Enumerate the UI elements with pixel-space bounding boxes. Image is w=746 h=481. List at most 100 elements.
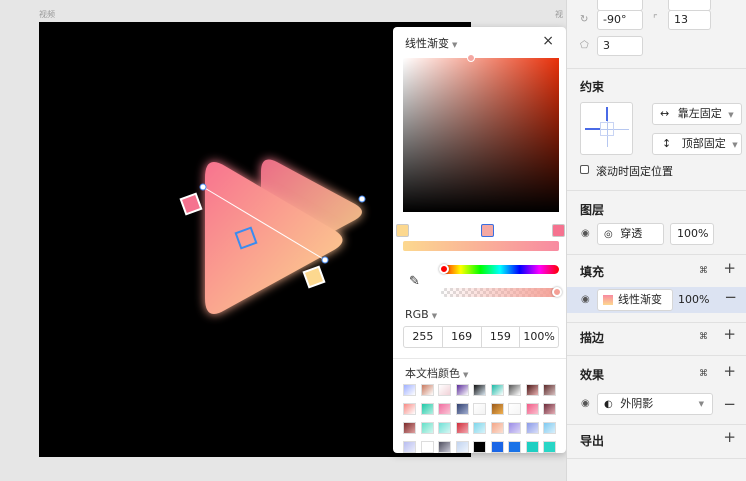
polygon-sides-input[interactable]: 3 <box>597 36 643 56</box>
color-mode-select[interactable]: RGB ▼ <box>405 308 437 321</box>
color-swatch[interactable] <box>525 403 539 415</box>
rotation-input[interactable]: -90° <box>597 10 643 30</box>
color-swatch[interactable] <box>403 422 416 434</box>
color-swatch[interactable] <box>420 403 434 415</box>
resize-handle[interactable] <box>358 195 366 203</box>
color-swatch[interactable] <box>525 441 539 453</box>
color-swatch[interactable] <box>455 441 469 453</box>
saturation-value-area[interactable] <box>403 54 559 212</box>
blue-input[interactable]: 159 <box>482 327 521 347</box>
fill-type-label: 线性渐变 <box>405 37 449 50</box>
document-colors-select[interactable]: 本文档颜色 ▼ <box>405 365 468 381</box>
chevron-down-icon: ▼ <box>452 41 458 49</box>
remove-effect-icon[interactable]: − <box>723 395 736 413</box>
fill-type-field[interactable]: 线性渐变 <box>597 289 673 311</box>
color-swatch[interactable] <box>508 384 521 396</box>
constraint-top-pin[interactable] <box>606 107 608 121</box>
color-swatch[interactable] <box>525 384 539 396</box>
color-swatch[interactable] <box>403 403 416 415</box>
corner-radius-input[interactable]: 13 <box>668 10 711 30</box>
gradient-stop-handle[interactable] <box>302 265 326 289</box>
gradient-stop-middle[interactable] <box>481 224 494 237</box>
color-swatch[interactable] <box>473 384 486 396</box>
fill-opacity-input[interactable]: 100% <box>678 293 709 306</box>
eye-icon[interactable]: ◉ <box>581 294 590 305</box>
eye-icon[interactable]: ◉ <box>581 398 590 409</box>
color-swatch[interactable] <box>525 422 539 434</box>
constraint-widget[interactable] <box>580 102 633 155</box>
color-swatch[interactable] <box>455 422 469 434</box>
color-swatch[interactable] <box>490 422 504 434</box>
fill-row-selected[interactable]: ◉ 线性渐变 100% − <box>567 287 746 313</box>
divider <box>567 68 746 69</box>
hue-slider[interactable] <box>439 264 559 274</box>
shadow-effect-icon: ◐ <box>604 399 613 410</box>
chevron-down-icon: ▼ <box>698 400 704 408</box>
color-swatch[interactable] <box>455 384 469 396</box>
eye-icon[interactable]: ◉ <box>581 228 590 239</box>
effect-type-select[interactable]: ◐ 外阴影 ▼ <box>597 393 713 415</box>
gradient-preview-bar[interactable] <box>403 241 559 251</box>
color-swatch[interactable] <box>490 384 504 396</box>
gradient-stop-handle[interactable] <box>179 192 203 216</box>
color-swatch[interactable] <box>438 384 451 396</box>
close-icon[interactable]: × <box>542 33 554 49</box>
style-grid-icon[interactable]: ⌘ <box>699 369 708 379</box>
constraint-center-box <box>600 122 614 136</box>
color-swatch[interactable] <box>473 422 486 434</box>
style-grid-icon[interactable]: ⌘ <box>699 266 708 276</box>
color-swatch[interactable] <box>473 403 486 415</box>
color-swatch[interactable] <box>420 422 434 434</box>
color-swatch[interactable] <box>438 422 451 434</box>
color-swatch[interactable] <box>508 403 521 415</box>
constraints-title: 约束 <box>580 80 605 94</box>
color-swatch[interactable] <box>543 384 556 396</box>
color-swatch[interactable] <box>543 441 556 453</box>
color-swatch[interactable] <box>438 441 451 453</box>
add-stroke-icon[interactable]: + <box>723 325 736 343</box>
color-swatch[interactable] <box>438 403 451 415</box>
green-input[interactable]: 169 <box>443 327 482 347</box>
gradient-endpoint-handle[interactable] <box>321 256 329 264</box>
remove-fill-icon[interactable]: − <box>724 288 737 306</box>
horizontal-constraint-select[interactable]: ↔ 靠左固定 ▼ <box>652 103 742 125</box>
color-swatch[interactable] <box>490 441 504 453</box>
color-swatch[interactable] <box>543 422 556 434</box>
color-swatch[interactable] <box>403 441 416 453</box>
swatch-grid <box>403 384 561 453</box>
divider <box>567 190 746 191</box>
color-swatch[interactable] <box>543 403 556 415</box>
color-swatch[interactable] <box>508 441 521 453</box>
color-swatch[interactable] <box>455 403 469 415</box>
blend-mode-select[interactable]: ◎ 穿透 <box>597 223 664 245</box>
vertical-constraint-label: 顶部固定 <box>681 137 726 150</box>
gradient-endpoint-handle[interactable] <box>199 183 207 191</box>
style-grid-icon[interactable]: ⌘ <box>699 332 708 342</box>
divider <box>567 254 746 255</box>
color-swatch[interactable] <box>420 441 434 453</box>
gradient-stop-start[interactable] <box>396 224 409 237</box>
constraint-left-pin[interactable] <box>585 128 601 130</box>
color-swatch[interactable] <box>473 441 486 453</box>
gradient-stop-end[interactable] <box>552 224 565 237</box>
color-swatch[interactable] <box>490 403 504 415</box>
hue-slider-handle[interactable] <box>439 264 449 274</box>
alpha-input[interactable]: 100% <box>520 327 558 347</box>
add-effect-icon[interactable]: + <box>723 362 736 380</box>
add-export-icon[interactable]: + <box>723 428 736 446</box>
eyedropper-icon[interactable]: ✎ <box>409 274 420 289</box>
vertical-constraint-select[interactable]: ↕ 顶部固定 ▼ <box>652 133 742 155</box>
add-fill-icon[interactable]: + <box>723 259 736 277</box>
chevron-down-icon: ▼ <box>431 312 438 320</box>
fixed-scroll-checkbox[interactable] <box>580 165 589 174</box>
alpha-slider[interactable] <box>441 287 562 297</box>
color-swatch[interactable] <box>403 384 416 396</box>
color-cursor[interactable] <box>467 54 475 62</box>
color-swatch[interactable] <box>508 422 521 434</box>
vertical-arrow-icon: ↕ <box>662 137 672 150</box>
layer-opacity-input[interactable]: 100% <box>670 223 714 245</box>
red-input[interactable]: 255 <box>404 327 443 347</box>
alpha-slider-handle[interactable] <box>552 287 562 297</box>
color-swatch[interactable] <box>420 384 434 396</box>
fill-type-select[interactable]: 线性渐变 ▼ <box>405 35 457 51</box>
